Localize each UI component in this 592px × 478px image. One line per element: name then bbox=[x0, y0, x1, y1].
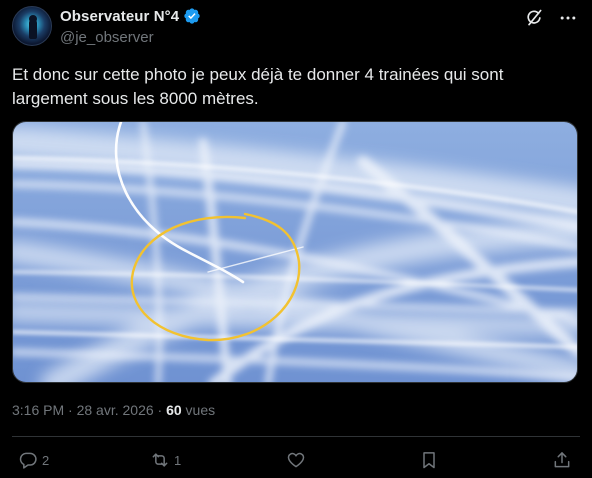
repost-count: 1 bbox=[174, 452, 182, 468]
reply-button[interactable]: 2 bbox=[18, 450, 49, 470]
share-icon bbox=[554, 452, 570, 468]
reply-icon bbox=[19, 452, 37, 469]
author-display-name[interactable]: Observateur N°4 bbox=[60, 8, 179, 25]
like-button[interactable] bbox=[286, 450, 310, 470]
bookmark-button[interactable] bbox=[419, 450, 439, 470]
divider bbox=[12, 436, 580, 437]
author-name-row: Observateur N°4 bbox=[60, 7, 201, 25]
tweet-photo[interactable] bbox=[12, 121, 578, 383]
bookmark-icon bbox=[423, 452, 435, 469]
tweet-text: Et donc sur cette photo je peux déjà te … bbox=[12, 65, 504, 108]
views-count: 60 bbox=[166, 402, 182, 418]
grok-icon[interactable] bbox=[524, 8, 544, 28]
repost-icon bbox=[152, 453, 168, 467]
action-bar: 2 1 bbox=[12, 446, 580, 474]
more-icon[interactable] bbox=[558, 8, 578, 28]
avatar-figure-body bbox=[29, 19, 37, 39]
tweet-timestamp[interactable]: 3:16 PM · 28 avr. 2026 · bbox=[12, 402, 166, 418]
tweet-meta: 3:16 PM · 28 avr. 2026 · 60 vues bbox=[12, 402, 215, 418]
avatar[interactable] bbox=[12, 6, 52, 46]
repost-button[interactable]: 1 bbox=[150, 450, 181, 470]
sky-photo-image bbox=[13, 122, 577, 382]
views-label: vues bbox=[181, 402, 216, 418]
tweet: Observateur N°4 @je_observer Et donc sur… bbox=[0, 0, 592, 478]
author-handle[interactable]: @je_observer bbox=[60, 29, 154, 46]
share-button[interactable] bbox=[552, 450, 572, 470]
header-actions bbox=[524, 8, 578, 28]
heart-icon bbox=[287, 452, 305, 468]
verified-badge-icon[interactable] bbox=[183, 7, 201, 25]
reply-count: 2 bbox=[42, 452, 50, 468]
